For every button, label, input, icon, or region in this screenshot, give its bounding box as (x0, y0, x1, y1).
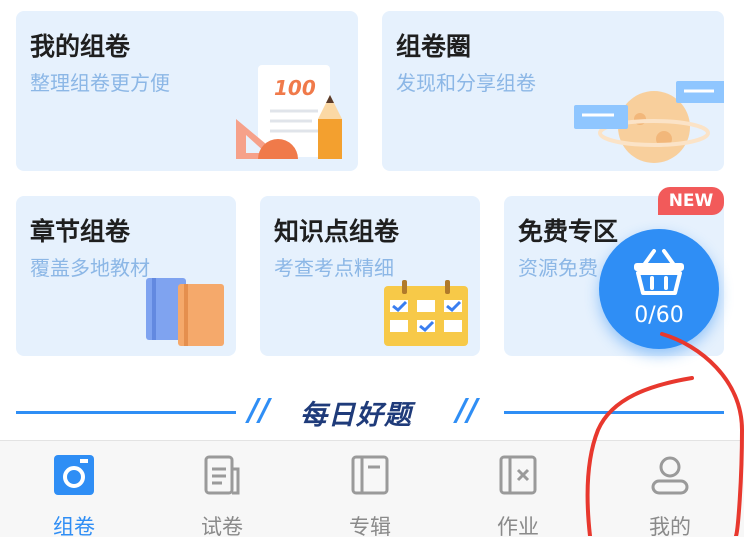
red-annotation-loop (585, 332, 744, 536)
